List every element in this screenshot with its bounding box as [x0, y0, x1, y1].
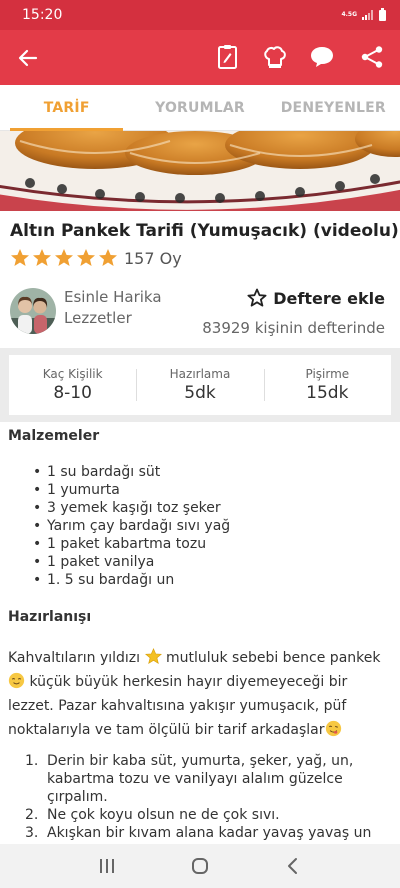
battery-icon [379, 7, 386, 21]
author-name[interactable]: Esinle Harika Lezzetler [64, 287, 194, 329]
network-type: 4.5G [341, 11, 357, 18]
app-bar [0, 30, 400, 85]
star-icon [55, 249, 73, 266]
rating-count: 157 Oy [124, 248, 182, 268]
status-icons: 4.5G [341, 7, 386, 21]
yum-face-emoji-icon [325, 720, 341, 737]
prep-time-value: 5dk [184, 383, 216, 403]
comments-button[interactable] [307, 42, 337, 72]
step-text: Derin bir kaba süt, yumurta, şeker, yağ,… [47, 753, 354, 805]
recipe-photo[interactable] [0, 131, 400, 211]
list-item: 1. 5 su bardağı un [33, 571, 230, 589]
step-number: 2. [25, 807, 39, 823]
arrow-left-icon [18, 49, 38, 67]
add-to-notebook-label: Deftere ekle [273, 288, 385, 308]
recent-apps-button[interactable] [92, 851, 122, 881]
star-emoji-icon [144, 648, 162, 665]
relieved-face-emoji-icon [8, 672, 25, 689]
ingredients-list: 1 su bardağı süt 1 yumurta 3 yemek kaşığ… [33, 463, 230, 589]
star-icon [77, 249, 95, 266]
back-button[interactable] [14, 44, 42, 72]
list-item: 1 paket kabartma tozu [33, 535, 230, 553]
chef-button[interactable] [260, 42, 290, 72]
steps-list: 1. Derin bir kaba süt, yumurta, şeker, ya… [25, 752, 392, 842]
recipe-info-card: Kaç Kişilik 8-10 Hazırlama 5dk Pişirme 1… [9, 355, 391, 415]
tab-bar: TARİF YORUMLAR DENEYENLER [0, 85, 400, 131]
system-back-button[interactable] [278, 851, 308, 881]
step-item: 1. Derin bir kaba süt, yumurta, şeker, ya… [25, 752, 392, 806]
chat-bubble-icon [311, 47, 333, 67]
list-item: 1 paket vanilya [33, 553, 230, 571]
home-button[interactable] [185, 851, 215, 881]
share-icon [361, 46, 383, 68]
signal-icon [362, 10, 373, 20]
back-icon [288, 858, 298, 874]
cook-time-value: 15dk [306, 383, 349, 403]
list-item: 3 yemek kaşığı toz şeker [33, 499, 230, 517]
cook-time: Pişirme 15dk [263, 355, 391, 415]
recent-apps-icon [99, 859, 114, 873]
intro-text-1: Kahvaltıların yıldızı [8, 650, 145, 666]
prep-time: Hazırlama 5dk [136, 355, 263, 415]
cook-time-label: Pişirme [305, 367, 350, 381]
ingredients-heading: Malzemeler [8, 428, 100, 444]
list-item: 1 yumurta [33, 481, 230, 499]
chef-hat-icon [264, 46, 286, 68]
rating[interactable]: 157 Oy [10, 248, 182, 268]
notebook-count: 83929 kişinin defterinde [202, 319, 385, 337]
list-item: 1 su bardağı süt [33, 463, 230, 481]
step-item: 3. Akışkan bir kıvam alana kadar yavaş ya… [25, 824, 392, 842]
system-nav-bar [0, 844, 400, 888]
star-icon [33, 249, 51, 266]
step-text: Akışkan bir kıvam alana kadar yavaş yava… [47, 825, 372, 841]
tab-tried-by[interactable]: DENEYENLER [267, 85, 400, 130]
recipe-intro: Kahvaltıların yıldızı mutluluk sebebi be… [8, 646, 394, 742]
list-item: Yarım çay bardağı sıvı yağ [33, 517, 230, 535]
author-photo [10, 288, 56, 334]
pancake-image [0, 131, 400, 211]
servings-label: Kaç Kişilik [42, 367, 103, 381]
star-outline-icon [247, 288, 267, 307]
star-icon [11, 249, 29, 266]
recipe-info-panel: Kaç Kişilik 8-10 Hazırlama 5dk Pişirme 1… [0, 348, 400, 422]
step-item: 2. Ne çok koyu olsun ne de çok sıvı. [25, 806, 392, 824]
tab-recipe[interactable]: TARİF [0, 85, 133, 131]
intro-text-2: mutluluk sebebi bence pankek [161, 650, 381, 666]
add-to-notebook-button[interactable]: Deftere ekle [247, 288, 385, 308]
recipe-title: Altın Pankek Tarifi (Yumuşacık) (videolu… [10, 221, 399, 241]
share-button[interactable] [357, 42, 387, 72]
servings: Kaç Kişilik 8-10 [9, 355, 136, 415]
step-text: Ne çok koyu olsun ne de çok sıvı. [47, 807, 280, 823]
prep-time-label: Hazırlama [169, 367, 231, 381]
shopping-list-button[interactable] [213, 42, 243, 72]
preparation-heading: Hazırlanışı [8, 609, 92, 625]
step-number: 3. [25, 825, 39, 841]
step-number: 1. [25, 753, 39, 769]
intro-text-3: küçük büyük herkesin hayır diyemeyeceği … [8, 674, 348, 738]
home-icon [191, 858, 208, 874]
status-time: 15:20 [22, 7, 63, 23]
tab-comments[interactable]: YORUMLAR [133, 85, 266, 130]
author-avatar[interactable] [10, 288, 56, 334]
clipboard-pen-icon [218, 45, 237, 69]
servings-value: 8-10 [53, 383, 92, 403]
status-bar: 15:20 4.5G [0, 0, 400, 30]
star-icon [99, 249, 117, 266]
